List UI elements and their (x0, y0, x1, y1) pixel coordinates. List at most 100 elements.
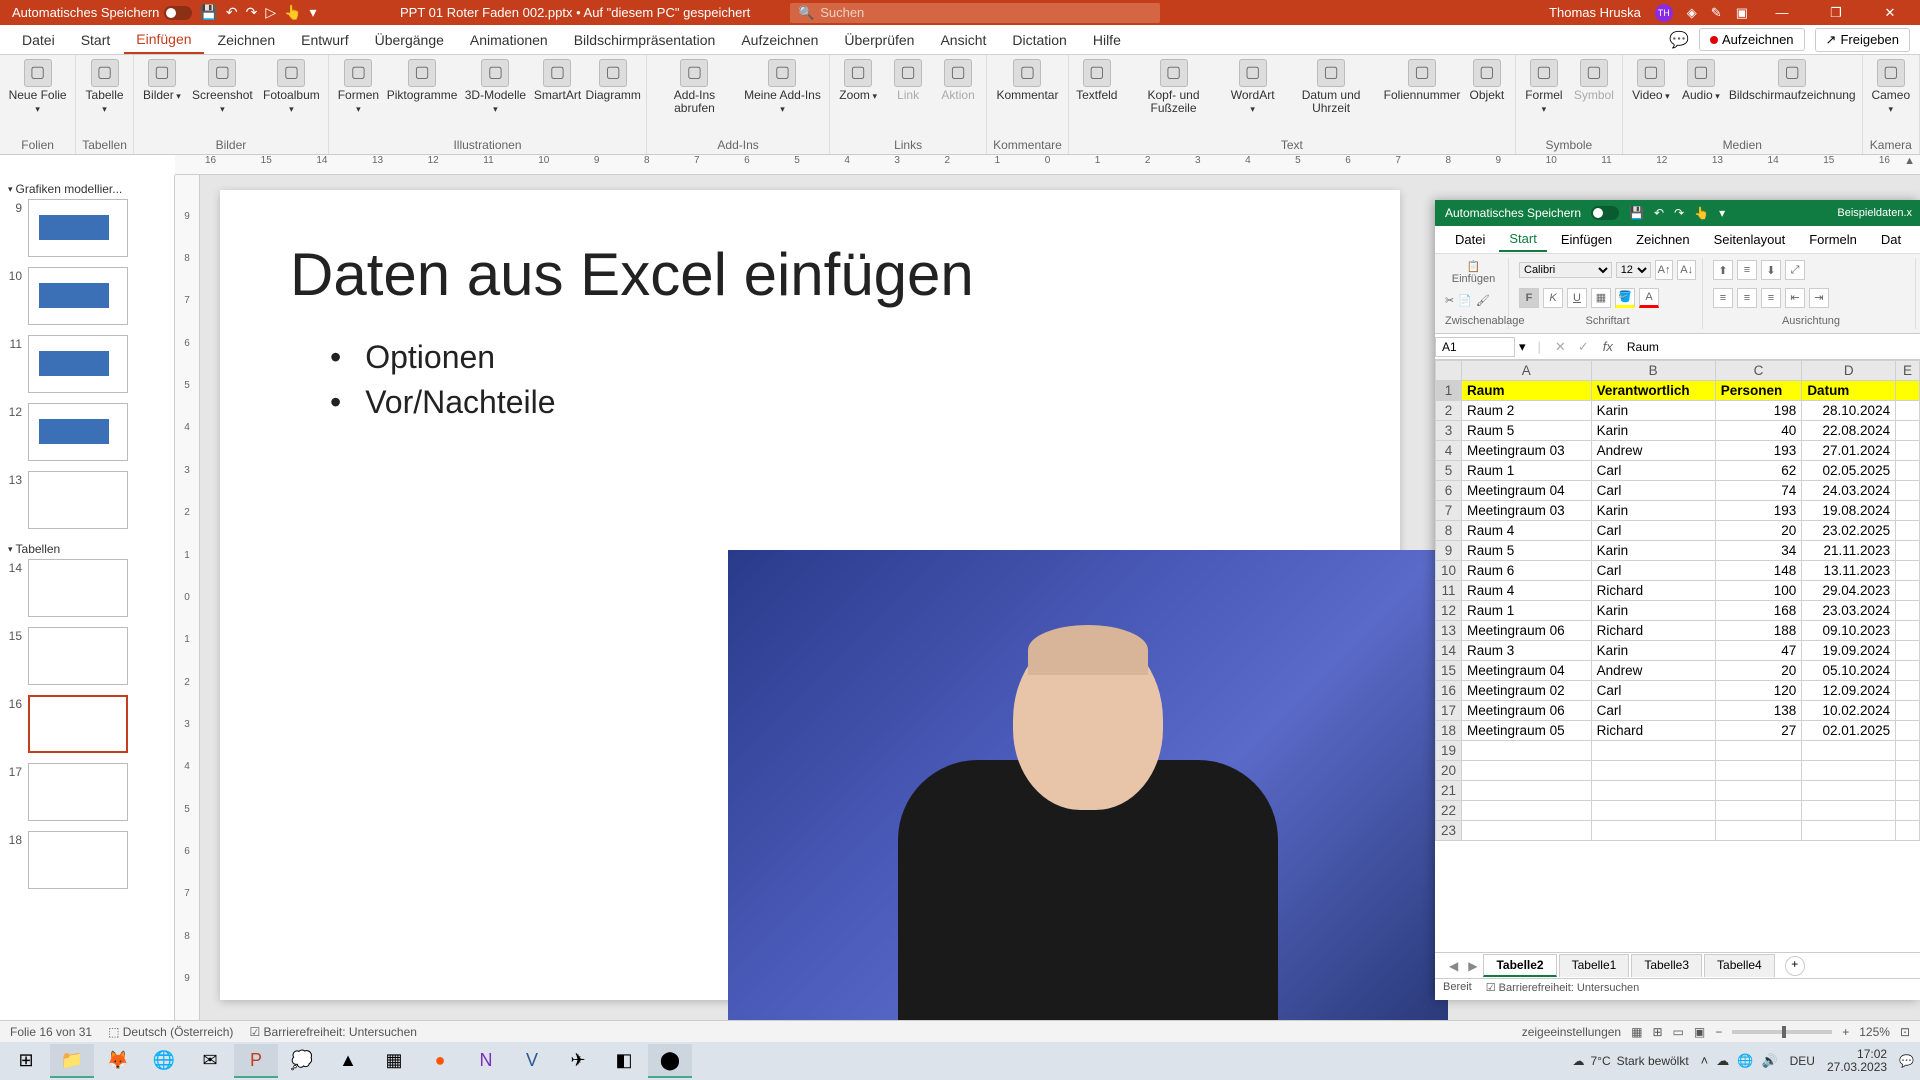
xl-cell[interactable]: Karin (1591, 641, 1715, 661)
ribbon-smartart[interactable]: ▢SmartArt (535, 59, 581, 102)
xl-italic-button[interactable]: K (1543, 288, 1563, 308)
xl-row-header[interactable]: 21 (1436, 781, 1462, 801)
view-sorter-icon[interactable]: ⊞ (1652, 1025, 1662, 1039)
tb-powerpoint-icon[interactable]: P (234, 1044, 278, 1078)
xl-enter-icon[interactable]: ✓ (1572, 339, 1595, 355)
xl-row-header[interactable]: 18 (1436, 721, 1462, 741)
xl-cell[interactable]: Carl (1591, 561, 1715, 581)
ribbon-tab-entwurf[interactable]: Entwurf (289, 27, 360, 53)
comments-icon[interactable]: 💬 (1669, 30, 1689, 50)
tray-notifications-icon[interactable]: 💬 (1899, 1054, 1914, 1068)
xl-cell[interactable]: Raum 1 (1462, 601, 1592, 621)
xl-cell[interactable]: 20 (1715, 521, 1802, 541)
xl-cell[interactable]: 198 (1715, 401, 1802, 421)
xl-save-icon[interactable]: 💾 (1629, 206, 1644, 220)
xl-cell[interactable]: 02.01.2025 (1802, 721, 1896, 741)
xl-cancel-icon[interactable]: ✕ (1549, 339, 1572, 355)
ribbon-display-icon[interactable]: ▣ (1736, 5, 1748, 21)
xl-align-top-icon[interactable]: ⬆ (1713, 260, 1733, 280)
record-button[interactable]: Aufzeichnen (1699, 28, 1805, 51)
search-box[interactable]: 🔍 (790, 3, 1160, 23)
xl-col-header[interactable]: E (1896, 361, 1920, 381)
xl-cell[interactable]: 22.08.2024 (1802, 421, 1896, 441)
ribbon-neue-folie[interactable]: ▢Neue Folie (6, 59, 69, 115)
xl-cell[interactable]: 100 (1715, 581, 1802, 601)
xl-row-header[interactable]: 10 (1436, 561, 1462, 581)
xl-align-center-icon[interactable]: ≡ (1737, 288, 1757, 308)
xl-tab-seitenlayout[interactable]: Seitenlayout (1704, 228, 1796, 251)
tb-explorer-icon[interactable]: 📁 (50, 1044, 94, 1078)
ribbon-tab-dictation[interactable]: Dictation (1000, 27, 1078, 53)
ribbon-objekt[interactable]: ▢Objekt (1465, 59, 1509, 102)
xl-cell[interactable]: Meetingraum 04 (1462, 481, 1592, 501)
xl-cell[interactable]: Raum 5 (1462, 541, 1592, 561)
zoom-out-icon[interactable]: − (1715, 1025, 1722, 1039)
xl-row-header[interactable]: 16 (1436, 681, 1462, 701)
ribbon-tab-einfügen[interactable]: Einfügen (124, 26, 203, 54)
tb-app4-icon[interactable]: ◧ (602, 1044, 646, 1078)
xl-cell[interactable]: Meetingraum 06 (1462, 621, 1592, 641)
xl-row-header[interactable]: 15 (1436, 661, 1462, 681)
xl-align-middle-icon[interactable]: ≡ (1737, 260, 1757, 280)
tb-chrome-icon[interactable]: 🌐 (142, 1044, 186, 1078)
xl-row-header[interactable]: 2 (1436, 401, 1462, 421)
ribbon-textfeld[interactable]: ▢Textfeld (1075, 59, 1119, 102)
xl-cell[interactable]: 05.10.2024 (1802, 661, 1896, 681)
ribbon-tab-ansicht[interactable]: Ansicht (928, 27, 998, 53)
slide-bullet[interactable]: Optionen (330, 339, 1330, 376)
xl-cell[interactable]: Carl (1591, 521, 1715, 541)
xl-namebox-input[interactable] (1435, 337, 1515, 357)
slide-thumbnail-pane[interactable]: Grafiken modellier... 910111213 Tabellen… (0, 175, 175, 1020)
save-icon[interactable]: 💾 (200, 4, 217, 21)
xl-cell[interactable]: 29.04.2023 (1802, 581, 1896, 601)
tb-firefox-icon[interactable]: 🦊 (96, 1044, 140, 1078)
xl-indent-inc-icon[interactable]: ⇥ (1809, 288, 1829, 308)
xl-cell[interactable]: 27.01.2024 (1802, 441, 1896, 461)
fit-window-icon[interactable]: ⊡ (1900, 1025, 1910, 1039)
xl-row-header[interactable]: 22 (1436, 801, 1462, 821)
close-button[interactable]: ✕ (1870, 5, 1910, 21)
xl-cell[interactable]: Carl (1591, 461, 1715, 481)
xl-formula-input[interactable]: Raum (1621, 338, 1920, 356)
xl-paste-button[interactable]: 📋Einfügen (1445, 260, 1502, 285)
xl-cell[interactable]: Meetingraum 05 (1462, 721, 1592, 741)
xl-row-header[interactable]: 23 (1436, 821, 1462, 841)
ribbon-tabelle[interactable]: ▢Tabelle (82, 59, 127, 115)
xl-cell[interactable]: 193 (1715, 501, 1802, 521)
xl-cut-icon[interactable]: ✂ (1445, 294, 1454, 307)
xl-cell[interactable]: 34 (1715, 541, 1802, 561)
search-input[interactable] (820, 5, 1152, 20)
xl-sheet-prev-icon[interactable]: ◀ (1445, 959, 1462, 973)
xl-row-header[interactable]: 4 (1436, 441, 1462, 461)
xl-tab-dat[interactable]: Dat (1871, 228, 1911, 251)
a11y-status[interactable]: ☑ Barrierefreiheit: Untersuchen (249, 1025, 417, 1039)
xl-cell[interactable]: Karin (1591, 501, 1715, 521)
tb-outlook-icon[interactable]: ✉ (188, 1044, 232, 1078)
xl-cell[interactable]: Karin (1591, 601, 1715, 621)
xl-tab-einfügen[interactable]: Einfügen (1551, 228, 1622, 251)
xl-row-header[interactable]: 11 (1436, 581, 1462, 601)
ribbon-bildschirmaufzeichnung[interactable]: ▢Bildschirmaufzeichnung (1729, 59, 1856, 102)
xl-cell[interactable]: Raum 6 (1462, 561, 1592, 581)
xl-tab-datei[interactable]: Datei (1445, 228, 1495, 251)
xl-row-header[interactable]: 8 (1436, 521, 1462, 541)
user-avatar[interactable]: TH (1655, 4, 1673, 22)
xl-borders-icon[interactable]: ▦ (1591, 288, 1611, 308)
autosave-toggle[interactable]: Automatisches Speichern (12, 5, 192, 20)
language-status[interactable]: ⬚ Deutsch (Österreich) (108, 1025, 233, 1039)
xl-cell[interactable]: 13.11.2023 (1802, 561, 1896, 581)
ribbon-tab-hilfe[interactable]: Hilfe (1081, 27, 1133, 53)
xl-cell[interactable]: Carl (1591, 481, 1715, 501)
xl-touch-icon[interactable]: 👆 (1694, 206, 1709, 220)
zoom-in-icon[interactable]: + (1842, 1025, 1849, 1039)
tb-app3-icon[interactable]: ● (418, 1044, 462, 1078)
slide-thumbnail[interactable] (28, 627, 128, 685)
ribbon-datum-und-uhrzeit[interactable]: ▢Datum und Uhrzeit (1283, 59, 1379, 115)
xl-cell[interactable]: Carl (1591, 681, 1715, 701)
share-button[interactable]: ↗Freigeben (1815, 28, 1910, 52)
ribbon-foliennummer[interactable]: ▢Foliennummer (1385, 59, 1459, 102)
xl-sheet-tab[interactable]: Tabelle1 (1559, 954, 1630, 977)
xl-cell[interactable]: Personen (1715, 381, 1802, 401)
xl-redo-icon[interactable]: ↷ (1674, 206, 1684, 220)
xl-cell[interactable]: 40 (1715, 421, 1802, 441)
